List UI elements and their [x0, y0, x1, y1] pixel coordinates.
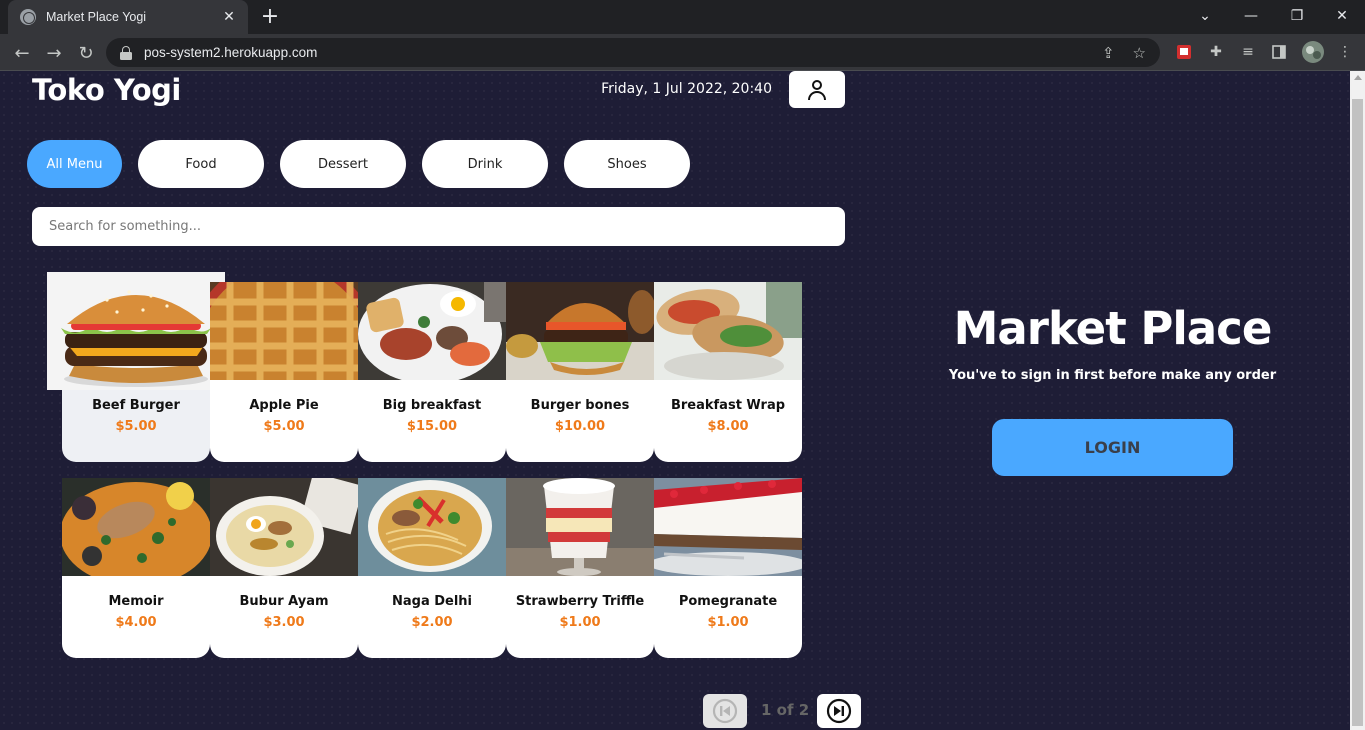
scrollbar-thumb[interactable] [1352, 99, 1363, 726]
side-panel-icon[interactable] [1270, 43, 1288, 61]
close-tab-icon[interactable]: ✕ [220, 8, 238, 26]
browser-toolbar: ← → ↻ pos-system2.herokuapp.com ⇪ ☆ ✚ ≡ … [0, 34, 1365, 71]
back-icon[interactable]: ← [8, 39, 36, 67]
product-card[interactable]: Apple Pie $5.00 [210, 282, 358, 462]
product-card[interactable]: Strawberry Triffle $1.00 [506, 478, 654, 658]
memoir-image[interactable] [62, 478, 210, 576]
product-card[interactable]: Breakfast Wrap $8.00 [654, 282, 802, 462]
pagination: 1 of 2 [703, 693, 863, 729]
product-card[interactable]: Bubur Ayam $3.00 [210, 478, 358, 658]
skip-next-icon [826, 698, 852, 724]
profile-button[interactable] [789, 71, 845, 108]
product-name: Big breakfast [382, 398, 482, 413]
product-card[interactable]: Beef Burger $5.00 [47, 272, 225, 462]
page-indicator: 1 of 2 [761, 701, 810, 719]
product-price: $15.00 [406, 419, 458, 434]
globe-icon [20, 9, 36, 25]
user-icon [808, 79, 826, 100]
product-name: Memoir [108, 594, 164, 609]
tab-all-menu[interactable]: All Menu [27, 140, 122, 188]
product-card[interactable]: Big breakfast $15.00 [358, 282, 506, 462]
naga-delhi-image[interactable] [358, 478, 506, 576]
product-price: $1.00 [559, 615, 601, 630]
product-card[interactable]: Pomegranate $1.00 [654, 478, 802, 658]
close-window-icon[interactable]: ✕ [1319, 0, 1365, 32]
tab-dessert[interactable]: Dessert [280, 140, 406, 188]
restore-icon[interactable]: ❐ [1274, 0, 1320, 32]
product-price: $10.00 [554, 419, 606, 434]
lock-icon[interactable] [120, 45, 132, 60]
brand-title: Toko Yogi [32, 73, 181, 107]
browser-menu-icon[interactable]: ⋮ [1336, 43, 1354, 61]
product-card[interactable]: Memoir $4.00 [62, 478, 210, 658]
product-price: $2.00 [411, 615, 453, 630]
previous-page-button[interactable] [703, 694, 747, 728]
reload-icon[interactable]: ↻ [72, 39, 100, 67]
tab-drink[interactable]: Drink [422, 140, 548, 188]
beef-burger-image[interactable] [47, 272, 225, 390]
puzzle-extensions-icon[interactable]: ✚ [1207, 43, 1225, 61]
browser-titlebar: Market Place Yogi ✕ + ⌄ — ❐ ✕ [0, 0, 1365, 34]
scroll-up-arrow-icon[interactable] [1354, 75, 1362, 80]
product-name: Beef Burger [92, 398, 180, 413]
strawberry-triffle-image[interactable] [506, 478, 654, 576]
search-input[interactable] [32, 207, 845, 246]
media-control-icon[interactable]: ≡ [1239, 43, 1257, 61]
product-name: Breakfast Wrap [670, 398, 786, 413]
next-page-button[interactable] [817, 694, 861, 728]
product-name: Strawberry Triffle [515, 594, 645, 609]
tab-title: Market Place Yogi [46, 10, 147, 24]
share-icon[interactable]: ⇪ [1102, 44, 1115, 62]
login-button[interactable]: LOGIN [992, 419, 1233, 476]
current-datetime: Friday, 1 Jul 2022, 20:40 [601, 81, 772, 97]
product-name: Pomegranate [678, 594, 778, 609]
product-name: Bubur Ayam [239, 594, 329, 609]
profile-avatar[interactable] [1302, 41, 1324, 63]
bookmark-star-icon[interactable]: ☆ [1133, 44, 1146, 62]
extension-shield-icon[interactable] [1175, 43, 1193, 61]
minimize-icon[interactable]: — [1228, 0, 1274, 32]
tab-shoes[interactable]: Shoes [564, 140, 690, 188]
apple-pie-image[interactable] [210, 282, 358, 380]
product-name: Naga Delhi [391, 594, 473, 609]
category-tabs: All Menu Food Dessert Drink Shoes [27, 140, 706, 188]
big-breakfast-image[interactable] [358, 282, 506, 380]
skip-previous-icon [712, 698, 738, 724]
product-name: Apple Pie [249, 398, 319, 413]
product-card[interactable]: Burger bones $10.00 [506, 282, 654, 462]
browser-tab[interactable]: Market Place Yogi ✕ [8, 0, 248, 34]
forward-icon[interactable]: → [40, 39, 68, 67]
breakfast-wrap-image[interactable] [654, 282, 802, 380]
product-price: $4.00 [115, 615, 157, 630]
pomegranate-image[interactable] [654, 478, 802, 576]
page-viewport: Toko Yogi Friday, 1 Jul 2022, 20:40 All … [0, 71, 1365, 730]
burger-bones-image[interactable] [506, 282, 654, 380]
address-bar[interactable]: pos-system2.herokuapp.com ⇪ ☆ [106, 38, 1160, 67]
new-tab-icon[interactable]: + [258, 5, 282, 29]
product-price: $8.00 [707, 419, 749, 434]
product-name: Burger bones [530, 398, 630, 413]
tab-search-icon[interactable]: ⌄ [1182, 0, 1228, 32]
page-scrollbar[interactable] [1350, 71, 1365, 730]
url-text[interactable]: pos-system2.herokuapp.com [144, 45, 1084, 60]
product-price: $1.00 [707, 615, 749, 630]
product-price: $3.00 [263, 615, 305, 630]
side-panel-subtitle: You've to sign in first before make any … [948, 368, 1277, 383]
bubur-ayam-image[interactable] [210, 478, 358, 576]
side-panel-title: Market Place [953, 302, 1273, 355]
product-price: $5.00 [115, 419, 157, 434]
product-card[interactable]: Naga Delhi $2.00 [358, 478, 506, 658]
tab-food[interactable]: Food [138, 140, 264, 188]
product-price: $5.00 [263, 419, 305, 434]
